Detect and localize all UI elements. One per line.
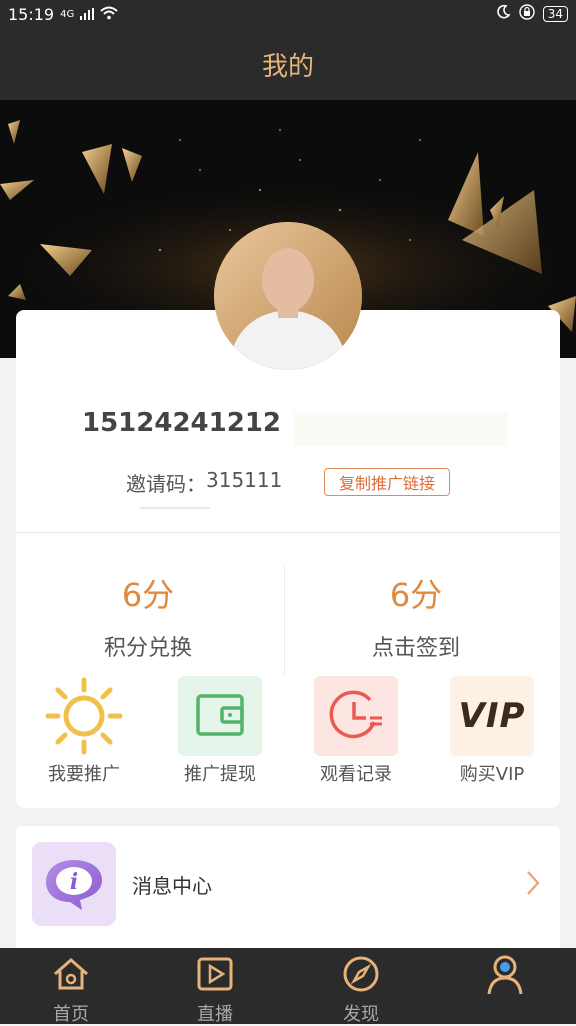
vip-icon: VIP — [450, 676, 534, 756]
check-in-label: 点击签到 — [371, 636, 460, 661]
vip-icon-text: VIP — [458, 696, 526, 736]
stats-divider — [284, 566, 285, 676]
points-value: 6分 — [121, 576, 175, 614]
profile-icon — [487, 955, 523, 995]
buy-vip-button[interactable]: VIP 购买VIP — [440, 676, 544, 786]
points-exchange[interactable]: 6分 积分兑换 — [48, 570, 248, 662]
divider — [16, 532, 560, 533]
title-bar: 我的 — [0, 28, 576, 100]
bottom-tab-bar: 首页 直播 发现 — [0, 948, 576, 1025]
promote-label: 我要推广 — [48, 764, 120, 785]
invite-code: 315111 — [206, 468, 283, 492]
moon-icon — [495, 4, 511, 24]
default-avatar-icon — [214, 222, 362, 370]
tab-discover-label: 发现 — [343, 1004, 379, 1025]
invite-code-row: 邀请码： 315111 — [126, 468, 282, 497]
wallet-icon — [178, 676, 262, 756]
play-icon — [197, 957, 233, 991]
tab-live-label: 直播 — [197, 1004, 233, 1025]
tab-profile[interactable] — [450, 948, 560, 1024]
history-icon — [314, 676, 398, 756]
tab-live[interactable]: 直播 — [160, 948, 270, 1025]
copy-promo-link-button[interactable]: 复制推广链接 — [324, 468, 450, 496]
lock-icon — [519, 4, 535, 24]
check-in-value: 6分 — [389, 576, 443, 614]
status-bar: 15:19 4G 34 — [0, 0, 576, 28]
check-in[interactable]: 6分 点击签到 — [316, 570, 516, 662]
divider-short — [140, 507, 210, 509]
compass-icon — [343, 956, 379, 992]
signal-icon — [80, 5, 95, 24]
message-center-label: 消息中心 — [132, 874, 212, 898]
avatar[interactable] — [214, 222, 362, 370]
redacted-area — [294, 412, 508, 446]
info-icon: i — [32, 842, 116, 926]
buy-vip-label: 购买VIP — [459, 764, 525, 785]
withdraw-label: 推广提现 — [184, 764, 256, 785]
home-icon — [54, 958, 88, 990]
promote-button[interactable]: 我要推广 — [32, 676, 136, 786]
points-exchange-label: 积分兑换 — [103, 636, 192, 661]
watch-history-label: 观看记录 — [320, 764, 392, 785]
sun-icon — [42, 676, 126, 756]
invite-label: 邀请码： — [126, 472, 206, 496]
wifi-icon — [100, 5, 118, 24]
battery-indicator: 34 — [542, 6, 568, 22]
page-title: 我的 — [261, 51, 314, 82]
withdraw-button[interactable]: 推广提现 — [168, 676, 272, 786]
tab-home[interactable]: 首页 — [16, 948, 126, 1025]
status-time: 15:19 — [8, 4, 55, 24]
chevron-right-icon — [526, 870, 540, 900]
network-label: 4G — [60, 8, 75, 20]
watch-history-button[interactable]: 观看记录 — [304, 676, 408, 786]
tab-discover[interactable]: 发现 — [306, 948, 416, 1025]
svg-text:i: i — [70, 869, 78, 895]
tab-home-label: 首页 — [53, 1004, 89, 1025]
user-phone: 15124241212 — [82, 408, 281, 438]
